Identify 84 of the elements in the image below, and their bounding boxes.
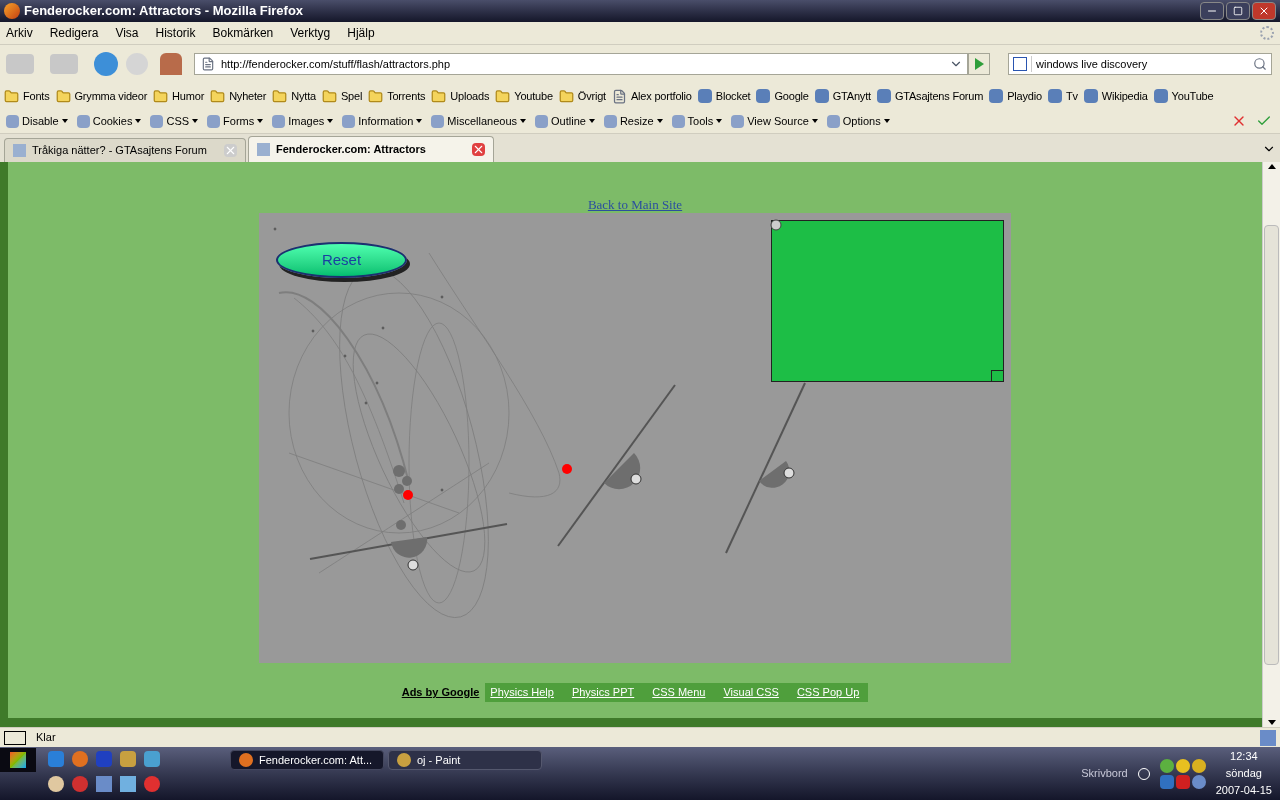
browser-tab[interactable]: Tråkiga nätter? - GTAsajtens Forum (4, 138, 246, 162)
scrollbar[interactable] (1262, 162, 1280, 727)
bookmark-item[interactable]: Torrents (368, 87, 426, 105)
toolbar-menu-button[interactable]: Outline (535, 112, 595, 130)
bookmark-item[interactable]: Wikipedia (1083, 87, 1148, 105)
window-title: Fenderocker.com: Attractors - Mozilla Firefox (24, 2, 304, 21)
toolbar-menu-button[interactable]: Cookies (76, 112, 142, 130)
lever-drawing[interactable] (309, 523, 508, 571)
bookmark-item[interactable]: Google (756, 87, 809, 105)
toolbar-menu-button[interactable]: Forms (207, 112, 264, 130)
menu-item[interactable]: Redigera (49, 24, 99, 42)
bookmark-item[interactable]: Playdio (989, 87, 1042, 105)
particle-dot (403, 490, 413, 500)
folder-icon (272, 88, 288, 104)
bookmark-item[interactable]: Tv (1047, 87, 1078, 105)
toolbar-menu-button[interactable]: Options (826, 112, 890, 130)
folder-icon (210, 88, 226, 104)
toolbar-menu-button[interactable]: Tools (671, 112, 723, 130)
bookmark-item[interactable]: GTAsajtens Forum (876, 87, 984, 105)
bookmark-item[interactable]: Grymma videor (55, 87, 148, 105)
toolbar-menu-button[interactable]: Resize (603, 112, 663, 130)
menu-item[interactable]: Bokmärken (212, 24, 274, 42)
minimize-button[interactable] (1200, 2, 1224, 20)
menu-item[interactable]: Hjälp (347, 24, 375, 42)
resizable-panel[interactable] (770, 219, 1004, 382)
bookmark-item[interactable]: Spel (321, 87, 363, 105)
bookmark-item[interactable]: YouTube (1153, 87, 1214, 105)
url-text: http://fenderocker.com/stuff/flash/attractors.php (221, 56, 451, 72)
go-button[interactable] (968, 53, 990, 75)
toolbar-menu-button[interactable]: Images (272, 112, 334, 130)
menu-item[interactable]: Verktyg (290, 24, 331, 42)
menu-item[interactable]: Arkiv (6, 24, 33, 42)
particle-dot (562, 464, 572, 474)
maximize-button[interactable] (1226, 2, 1250, 20)
page-icon (612, 88, 627, 104)
menu-item[interactable]: Historik (155, 24, 196, 42)
bookmark-item[interactable]: Alex portfolio (612, 87, 692, 105)
folder-icon (495, 88, 511, 104)
toolbar-menu-button[interactable]: View Source (731, 112, 818, 130)
toolbar-menu-button[interactable]: Miscellaneous (431, 112, 527, 130)
folder-icon (558, 88, 574, 104)
clock-time: 12:34 (1230, 749, 1258, 764)
menu-item[interactable]: Visa (115, 24, 139, 42)
close-tab-icon[interactable] (472, 143, 485, 156)
folder-icon (55, 88, 71, 104)
search-icon[interactable] (1253, 57, 1267, 71)
bookmark-item[interactable]: Fonts (4, 87, 50, 105)
close-icon (1258, 5, 1270, 17)
status-text: Klar (36, 730, 56, 746)
start-button[interactable] (0, 748, 36, 772)
page-icon (201, 57, 215, 71)
bookmark-item[interactable]: Nyheter (210, 87, 267, 105)
close-button[interactable] (1252, 2, 1276, 20)
bookmark-item[interactable]: Nytta (272, 87, 316, 105)
tab-label: Tråkiga nätter? - GTAsajtens Forum (32, 143, 207, 159)
maximize-icon (1233, 6, 1243, 16)
back-link[interactable]: Back to Main Site (587, 195, 683, 212)
address-field[interactable]: http://fenderocker.com/stuff/flash/attractors.php (194, 53, 968, 75)
folder-icon (431, 88, 447, 104)
clock-day: söndag (1225, 765, 1262, 782)
folder-icon (4, 88, 19, 104)
taskbar-button[interactable]: Fenderocker.com: Att... (230, 750, 384, 770)
toolbar-menu-button[interactable]: Disable (6, 112, 68, 130)
bookmark-item[interactable]: GTAnytt (814, 87, 871, 105)
toolbar-menu-button[interactable]: CSS (150, 112, 199, 130)
search-field[interactable]: windows live discovery (1008, 53, 1272, 75)
folder-icon (153, 88, 169, 104)
toolbar-menu-button[interactable]: Information (342, 112, 423, 130)
clock-date: 2007-04-15 (1215, 783, 1272, 798)
folder-icon (368, 88, 384, 104)
bookmark-item[interactable]: Uploads (431, 87, 490, 105)
taskbar-button[interactable]: oj - Paint (388, 750, 542, 770)
throbber-icon (1260, 26, 1274, 40)
tab-label: Fenderocker.com: Attractors (276, 142, 426, 158)
desktop-toolbar-label[interactable]: Skrivbord (1081, 765, 1128, 782)
search-text: windows live discovery (1031, 55, 1148, 73)
flash-canvas[interactable]: Reset (259, 213, 1011, 663)
browser-tab[interactable]: Fenderocker.com: Attractors (248, 136, 494, 162)
bookmark-item[interactable]: Övrigt (558, 87, 606, 105)
bookmark-item[interactable]: Humor (153, 87, 205, 105)
bookmark-item[interactable]: Blocket (697, 87, 751, 105)
bookmark-item[interactable]: Youtube (495, 87, 553, 105)
ads-label: Ads by Google (401, 685, 480, 700)
folder-icon (321, 88, 337, 104)
